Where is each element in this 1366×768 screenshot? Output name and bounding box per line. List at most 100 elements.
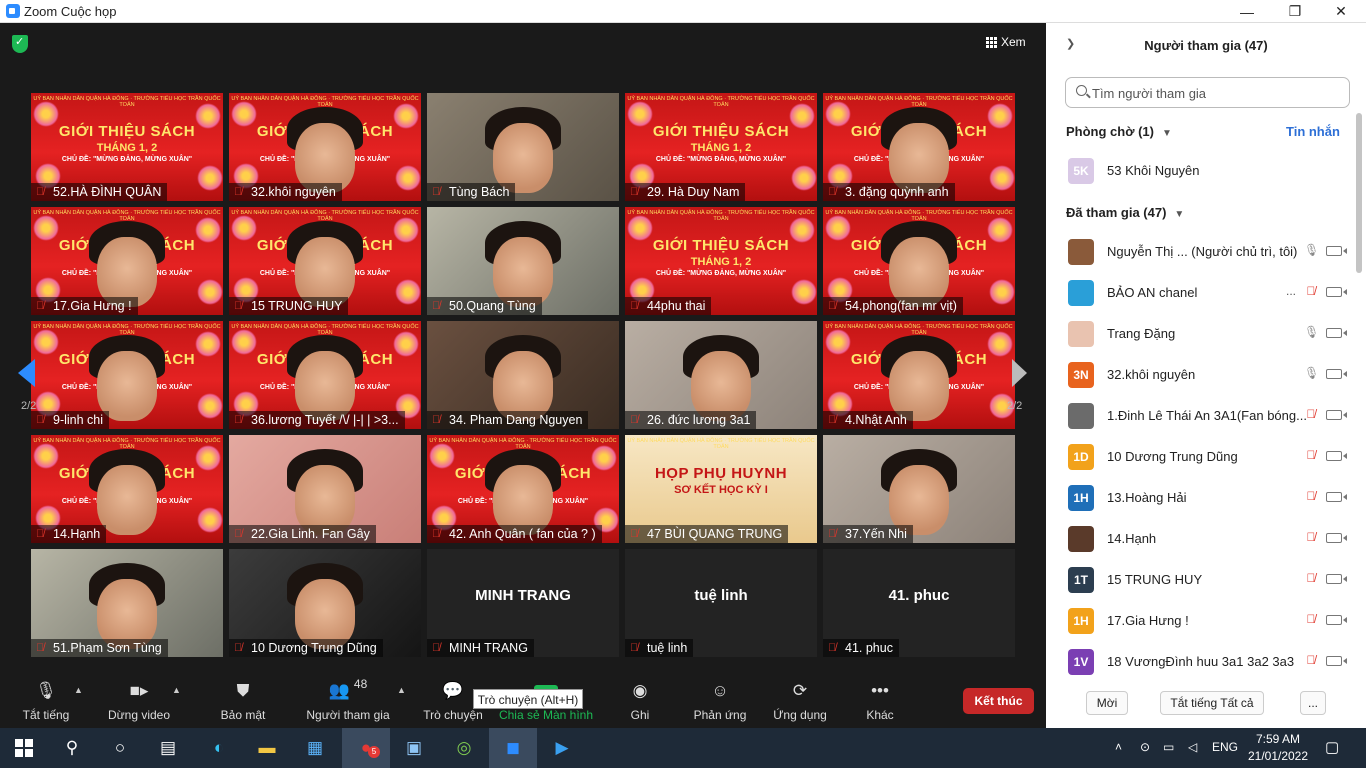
video-off-icon[interactable]	[1326, 369, 1347, 379]
more-options-button[interactable]: ...	[1286, 284, 1296, 298]
video-tile[interactable]: 37.Yến Nhi 🎙̸	[823, 435, 1015, 543]
taskbar-clock[interactable]: 7:59 AM 21/01/2022	[1244, 731, 1312, 765]
security-button[interactable]: ⛊ Bảo mật	[212, 675, 274, 728]
invite-button[interactable]: Mời	[1086, 691, 1128, 715]
zalo-app-icon[interactable]: ● 5	[342, 728, 390, 768]
participant-search[interactable]	[1065, 77, 1350, 108]
previous-page-arrow-icon[interactable]	[18, 359, 35, 387]
file-explorer-icon[interactable]: ▬	[243, 728, 291, 768]
video-tile[interactable]: UỶ BAN NHÂN DÂN QUẬN HÀ ĐÔNG · TRƯỜNG TI…	[229, 321, 421, 429]
video-tile[interactable]: UỶ BAN NHÂN DÂN QUẬN HÀ ĐÔNG · TRƯỜNG TI…	[229, 207, 421, 315]
show-hidden-icons-chevron-icon[interactable]: ˄	[1115, 740, 1122, 754]
zoom-taskbar-icon[interactable]: ◼	[489, 728, 537, 768]
video-tile[interactable]: UỶ BAN NHÂN DÂN QUẬN HÀ ĐÔNG · TRƯỜNG TI…	[823, 93, 1015, 201]
search-participants-input[interactable]	[1092, 83, 1342, 103]
muted-microphone-icon[interactable]: 🎙̸	[1304, 653, 1318, 669]
participants-options-chevron-icon[interactable]: ▲	[397, 685, 406, 695]
video-tile[interactable]: 34. Pham Dang Nguyen 🎙̸	[427, 321, 619, 429]
video-tile[interactable]: UỶ BAN NHÂN DÂN QUẬN HÀ ĐÔNG · TRƯỜNG TI…	[625, 207, 817, 315]
participant-row[interactable]: Nguyễn Thị ... (Người chủ trì, tôi) 🎙	[1046, 231, 1347, 272]
participant-row[interactable]: BẢO AN chanel... 🎙̸	[1046, 272, 1347, 313]
view-button[interactable]: Xem	[986, 35, 1026, 49]
microphone-icon[interactable]: 🎙	[1304, 325, 1319, 341]
video-tile[interactable]: UỶ BAN NHÂN DÂN QUẬN HÀ ĐÔNG · TRƯỜNG TI…	[31, 321, 223, 429]
restore-button[interactable]: ❐	[1272, 0, 1318, 23]
apps-button[interactable]: ⟳ Ứng dụng	[770, 675, 830, 728]
video-off-icon[interactable]	[1326, 328, 1347, 338]
video-tile[interactable]: 50.Quang Tùng 🎙̸	[427, 207, 619, 315]
video-tile[interactable]: UỶ BAN NHÂN DÂN QUẬN HÀ ĐÔNG · TRƯỜNG TI…	[31, 207, 223, 315]
panel-scrollbar[interactable]	[1356, 113, 1362, 273]
video-tile[interactable]: 10 Dương Trung Dũng 🎙̸	[229, 549, 421, 657]
end-meeting-button[interactable]: Kết thúc	[963, 688, 1034, 714]
more-button[interactable]: ••• Khác	[860, 675, 900, 728]
video-off-icon[interactable]	[1326, 492, 1347, 502]
next-page-arrow-icon[interactable]	[1012, 359, 1027, 387]
participant-row[interactable]: 14.Hạnh 🎙̸	[1046, 518, 1347, 559]
muted-microphone-icon[interactable]: 🎙̸	[1304, 612, 1318, 628]
reactions-button[interactable]: ☺ Phản ứng	[690, 675, 750, 728]
network-icon[interactable]: ▭	[1163, 740, 1174, 754]
input-language[interactable]: ENG	[1212, 740, 1238, 754]
video-tile[interactable]: UỶ BAN NHÂN DÂN QUẬN HÀ ĐÔNG · TRƯỜNG TI…	[823, 321, 1015, 429]
location-icon[interactable]: ⊙	[1140, 740, 1150, 754]
start-button[interactable]	[0, 728, 48, 768]
video-tile[interactable]: UỶ BAN NHÂN DÂN QUẬN HÀ ĐÔNG · TRƯỜNG TI…	[427, 435, 619, 543]
joined-header[interactable]: Đã tham gia (47) ▼	[1066, 205, 1184, 220]
edge-browser-icon[interactable]: ◐	[195, 728, 243, 768]
video-tile[interactable]: MINH TRANG MINH TRANG 🎙̸	[427, 549, 619, 657]
mute-all-button[interactable]: Tắt tiếng Tất cả	[1160, 691, 1264, 715]
video-tile[interactable]: UỶ BAN NHÂN DÂN QUẬN HÀ ĐÔNG · TRƯỜNG TI…	[823, 207, 1015, 315]
video-off-icon[interactable]	[1326, 574, 1347, 584]
video-tile[interactable]: UỶ BAN NHÂN DÂN QUẬN HÀ ĐÔNG · TRƯỜNG TI…	[625, 435, 817, 543]
video-tile[interactable]: 41. phuc 41. phuc 🎙̸	[823, 549, 1015, 657]
muted-microphone-icon[interactable]: 🎙̸	[1304, 284, 1318, 300]
video-off-icon[interactable]	[1326, 615, 1347, 625]
video-tile[interactable]: 26. đức lương 3a1 🎙̸	[625, 321, 817, 429]
microphone-icon[interactable]: 🎙	[1304, 243, 1319, 259]
messages-link[interactable]: Tin nhắn	[1286, 124, 1340, 139]
participant-row[interactable]: Trang Đặng 🎙	[1046, 313, 1347, 354]
encryption-shield-icon[interactable]	[12, 35, 28, 53]
participant-row[interactable]: 1H 13.Hoàng Hải 🎙̸	[1046, 477, 1347, 518]
panel-more-button[interactable]: ...	[1300, 691, 1326, 715]
muted-microphone-icon[interactable]: 🎙̸	[1304, 489, 1318, 505]
search-taskbar-icon[interactable]: ⚲	[48, 728, 96, 768]
video-tile[interactable]: UỶ BAN NHÂN DÂN QUẬN HÀ ĐÔNG · TRƯỜNG TI…	[625, 93, 817, 201]
muted-microphone-icon[interactable]: 🎙̸	[1304, 530, 1318, 546]
participant-row[interactable]: 1D 10 Dương Trung Dũng 🎙̸	[1046, 436, 1347, 477]
cortana-icon[interactable]: ○	[96, 728, 144, 768]
video-tile[interactable]: UỶ BAN NHÂN DÂN QUẬN HÀ ĐÔNG · TRƯỜNG TI…	[229, 93, 421, 201]
participant-row[interactable]: 1H 17.Gia Hưng ! 🎙̸	[1046, 600, 1347, 641]
participant-row[interactable]: 1.Đinh Lê Thái An 3A1(Fan bóng... 🎙̸	[1046, 395, 1347, 436]
muted-microphone-icon[interactable]: 🎙̸	[1304, 407, 1318, 423]
notifications-icon[interactable]: ▢	[1325, 738, 1339, 756]
muted-microphone-icon[interactable]: 🎙̸	[1304, 571, 1318, 587]
video-tile[interactable]: UỶ BAN NHÂN DÂN QUẬN HÀ ĐÔNG · TRƯỜNG TI…	[31, 435, 223, 543]
stop-video-button[interactable]: ■▸ Dừng video	[100, 675, 178, 728]
record-button[interactable]: ◉ Ghi	[620, 675, 660, 728]
waiting-room-header[interactable]: Phòng chờ (1) ▼	[1066, 124, 1172, 139]
media-player-icon[interactable]: ▶	[538, 728, 586, 768]
mute-button[interactable]: 🎙 Tắt tiếng	[14, 675, 78, 728]
video-tile[interactable]: tuệ linh tuệ linh 🎙̸	[625, 549, 817, 657]
video-off-icon[interactable]	[1326, 533, 1347, 543]
video-tile[interactable]: 51.Phạm Sơn Tùng 🎙̸	[31, 549, 223, 657]
audio-options-chevron-icon[interactable]: ▲	[74, 685, 83, 695]
video-off-icon[interactable]	[1326, 246, 1347, 256]
app-icon[interactable]: ◎	[440, 728, 488, 768]
participant-row[interactable]: 1V 18 VươngĐình huu 3a1 3a2 3a3 🎙̸	[1046, 641, 1347, 682]
video-tile[interactable]: 22.Gia Linh. Fan Gây 🎙̸	[229, 435, 421, 543]
video-off-icon[interactable]	[1326, 451, 1347, 461]
minimize-button[interactable]: —	[1224, 0, 1270, 23]
participant-row[interactable]: 5K 53 Khôi Nguyên	[1046, 150, 1346, 191]
store-icon[interactable]: ▦	[291, 728, 339, 768]
participants-button[interactable]: 👥 48 Người tham gia	[303, 675, 393, 728]
volume-icon[interactable]: ◁	[1188, 740, 1197, 754]
video-tile[interactable]: UỶ BAN NHÂN DÂN QUẬN HÀ ĐÔNG · TRƯỜNG TI…	[31, 93, 223, 201]
calculator-icon[interactable]: ▣	[390, 728, 438, 768]
video-off-icon[interactable]	[1326, 287, 1347, 297]
video-tile[interactable]: Tùng Bách 🎙̸	[427, 93, 619, 201]
close-button[interactable]: ✕	[1318, 0, 1364, 23]
muted-microphone-icon[interactable]: 🎙̸	[1304, 448, 1318, 464]
